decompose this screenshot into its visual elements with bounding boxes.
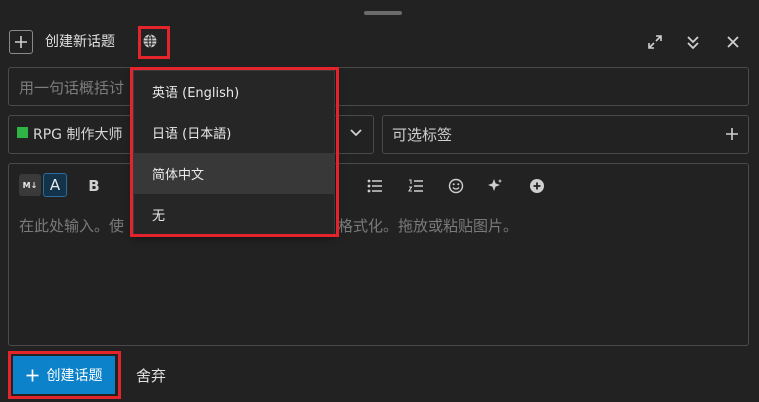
plus-icon <box>15 36 27 48</box>
emoji-icon <box>448 178 464 194</box>
language-option-label: 简体中文 <box>152 168 205 183</box>
category-label: RPG 制作大师 <box>33 127 123 143</box>
more-options-button[interactable] <box>528 176 546 196</box>
plus-icon <box>26 369 38 381</box>
markdown-toggle[interactable]: M↓ <box>19 174 41 196</box>
sparkle-icon <box>488 179 502 191</box>
composer-panel: 创建新话题 用一句话概括讨 RPG 制作大师 可选标签 M↓ A B 在此处输入… <box>0 0 759 402</box>
language-option-english[interactable]: 英语 (English) <box>134 71 334 112</box>
language-menu: 英语 (English) 日语 (日本語) 简体中文 无 <box>133 70 335 235</box>
create-topic-button[interactable]: 创建话题 <box>13 356 115 394</box>
bold-button[interactable]: B <box>86 176 102 196</box>
tag-placeholder: 可选标签 <box>392 126 453 144</box>
numbered-list-button[interactable] <box>407 176 425 196</box>
expand-button[interactable] <box>646 33 664 51</box>
drag-handle[interactable] <box>364 11 402 15</box>
language-option-label: 英语 (English) <box>152 86 240 101</box>
language-option-simplified-chinese[interactable]: 简体中文 <box>134 153 334 194</box>
collapse-icon <box>687 36 699 50</box>
chevron-down-icon <box>350 129 362 137</box>
globe-icon[interactable] <box>142 33 158 49</box>
language-option-none[interactable]: 无 <box>134 194 334 235</box>
create-topic-label: 创建话题 <box>46 368 103 384</box>
collapse-button[interactable] <box>684 33 702 51</box>
new-topic-button[interactable] <box>9 30 33 54</box>
editor-placeholder: 在此处输入。使 <box>19 217 125 235</box>
language-option-label: 日语 (日本語) <box>152 127 232 142</box>
numbered-list-icon <box>408 179 423 192</box>
rich-text-toggle[interactable]: A <box>43 173 67 197</box>
category-color-swatch <box>17 127 28 138</box>
close-button[interactable] <box>724 33 742 51</box>
ai-helper-button[interactable] <box>486 176 504 196</box>
plus-circle-icon <box>530 179 544 193</box>
title-placeholder: 用一句话概括讨 <box>19 79 125 97</box>
bullet-list-button[interactable] <box>366 176 384 196</box>
add-tag-icon[interactable] <box>725 127 739 141</box>
editor-placeholder-tail: 格式化。拖放或粘贴图片。 <box>338 217 519 235</box>
expand-icon <box>648 35 662 49</box>
composer-title: 创建新话题 <box>45 34 115 50</box>
language-option-japanese[interactable]: 日语 (日本語) <box>134 112 334 153</box>
close-icon <box>727 36 739 48</box>
discard-button[interactable]: 舍弃 <box>136 365 166 386</box>
language-option-label: 无 <box>152 209 166 224</box>
emoji-button[interactable] <box>447 176 465 196</box>
bullet-list-icon <box>367 179 382 193</box>
